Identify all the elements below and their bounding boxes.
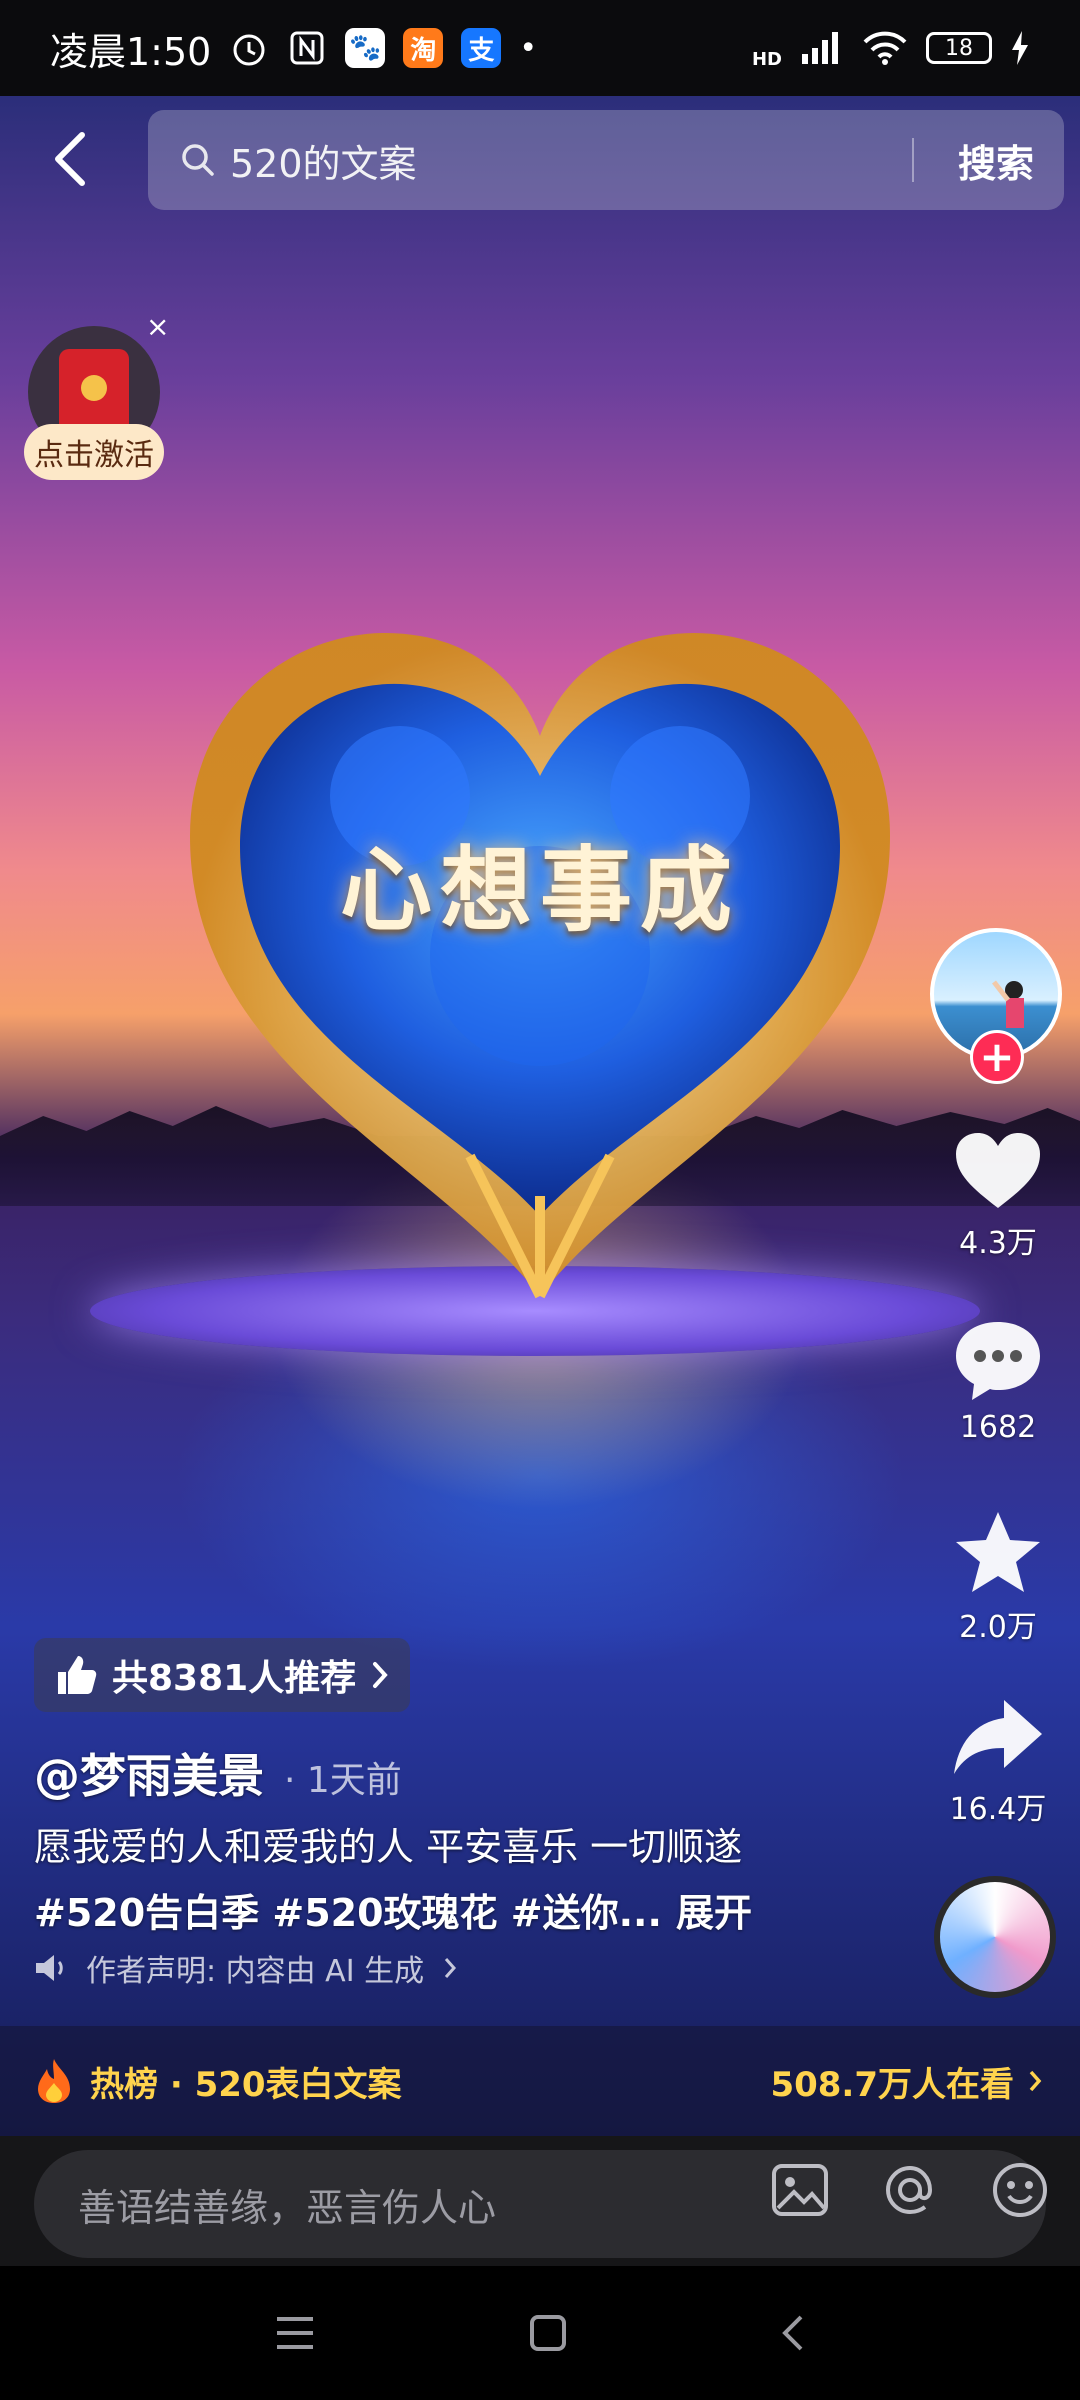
search-bar[interactable]: 520的文案 搜索 xyxy=(148,110,1064,210)
back-arrow-icon xyxy=(55,132,85,186)
wifi-icon xyxy=(863,31,907,65)
red-packet-activate-label[interactable]: 点击激活 xyxy=(24,424,164,480)
more-dot-icon: • xyxy=(519,30,538,66)
recommend-text: 共8381人推荐 xyxy=(112,1658,357,1699)
post-time: · 1天前 xyxy=(284,1760,402,1801)
comment-bubble-icon xyxy=(956,1322,1040,1400)
hd-label: HD xyxy=(751,48,782,70)
system-nav-bar xyxy=(0,2266,1080,2400)
image-picker-icon[interactable] xyxy=(770,2162,830,2218)
comment-count: 1682 xyxy=(959,1410,1037,1445)
share-count: 16.4万 xyxy=(949,1792,1047,1827)
menu-icon[interactable] xyxy=(275,2315,315,2351)
hot-list-bar[interactable]: 热榜 · 520表白文案 508.7万人在看 xyxy=(0,2026,1080,2136)
like-count: 4.3万 xyxy=(959,1226,1037,1261)
battery-level: 18 xyxy=(945,35,973,61)
share-arrow-icon xyxy=(954,1700,1042,1774)
thumbs-up-icon xyxy=(58,1656,97,1694)
comment-tools xyxy=(770,2160,1050,2220)
emoji-icon[interactable] xyxy=(990,2160,1050,2220)
recommend-badge[interactable]: 共8381人推荐 xyxy=(34,1638,411,1712)
flame-icon xyxy=(38,2059,70,2103)
red-envelope-icon xyxy=(59,349,129,435)
video-overlay-title: 心想事成 xyxy=(339,836,740,944)
chevron-right-icon xyxy=(444,1958,457,1978)
video-feed-screen: 凌晨1:50 🐾 淘 支 • HD 18 心想事成 520的文案 搜索 × 点击… xyxy=(0,0,1080,2400)
alarm-icon xyxy=(233,34,265,66)
battery-indicator: 18 xyxy=(926,32,992,64)
nav-back-icon[interactable] xyxy=(781,2314,805,2352)
chevron-right-icon xyxy=(1029,2070,1042,2092)
back-button[interactable] xyxy=(40,124,100,194)
comment-placeholder: 善语结善缘，恶言伤人心 xyxy=(78,2185,497,2230)
alipay-app-icon: 支 xyxy=(461,28,502,68)
hot-list-watching: 508.7万人在看 xyxy=(770,2064,1014,2105)
signal-icon xyxy=(802,32,838,64)
search-button[interactable]: 搜索 xyxy=(958,110,1034,210)
author-name[interactable]: @梦雨美景 xyxy=(34,1740,264,1806)
search-divider xyxy=(912,138,914,182)
hot-list-title: 热榜 · 520表白文案 xyxy=(90,2064,402,2105)
heart-icon xyxy=(956,1133,1040,1208)
author-row: @梦雨美景 · 1天前 xyxy=(34,1740,402,1806)
comment-action[interactable]: 1682 xyxy=(940,1318,1056,1445)
description-text: 愿我爱的人和爱我的人 平安喜乐 一切顺遂 xyxy=(34,1825,743,1869)
charging-icon xyxy=(1012,31,1028,65)
mention-at-icon[interactable] xyxy=(880,2160,940,2220)
expand-button[interactable]: 展开 xyxy=(676,1891,752,1935)
favorite-action[interactable]: 2.0万 xyxy=(940,1508,1056,1646)
follow-button[interactable]: + xyxy=(970,1030,1024,1084)
rose-heart-image xyxy=(190,632,890,1299)
like-action[interactable]: 4.3万 xyxy=(940,1130,1056,1262)
chevron-right-icon xyxy=(373,1662,388,1688)
ai-declaration[interactable]: 作者声明: 内容由 AI 生成 xyxy=(34,1946,458,1990)
baidu-app-icon: 🐾 xyxy=(345,28,386,68)
home-icon[interactable] xyxy=(529,2314,567,2352)
music-disc[interactable] xyxy=(934,1876,1056,1998)
taobao-app-icon: 淘 xyxy=(403,28,444,68)
star-icon xyxy=(956,1512,1040,1592)
comment-area: 善语结善缘，恶言伤人心 xyxy=(0,2136,1080,2266)
share-action[interactable]: 16.4万 xyxy=(940,1696,1056,1828)
nfc-icon xyxy=(290,31,324,65)
red-packet-close-button[interactable]: × xyxy=(146,310,169,343)
speaker-icon xyxy=(36,1955,63,1981)
search-icon xyxy=(182,144,214,176)
declaration-text: 作者声明: 内容由 AI 生成 xyxy=(86,1954,425,1989)
hashtags[interactable]: #520告白季 #520玫瑰花 #送你... xyxy=(34,1891,662,1935)
search-input[interactable]: 520的文案 xyxy=(230,133,417,188)
post-description[interactable]: 愿我爱的人和爱我的人 平安喜乐 一切顺遂 #520告白季 #520玫瑰花 #送你… xyxy=(34,1814,894,1946)
status-time: 凌晨1:50 xyxy=(50,29,212,74)
status-bar: 凌晨1:50 🐾 淘 支 • HD 18 xyxy=(0,0,1080,96)
favorite-count: 2.0万 xyxy=(959,1610,1037,1645)
